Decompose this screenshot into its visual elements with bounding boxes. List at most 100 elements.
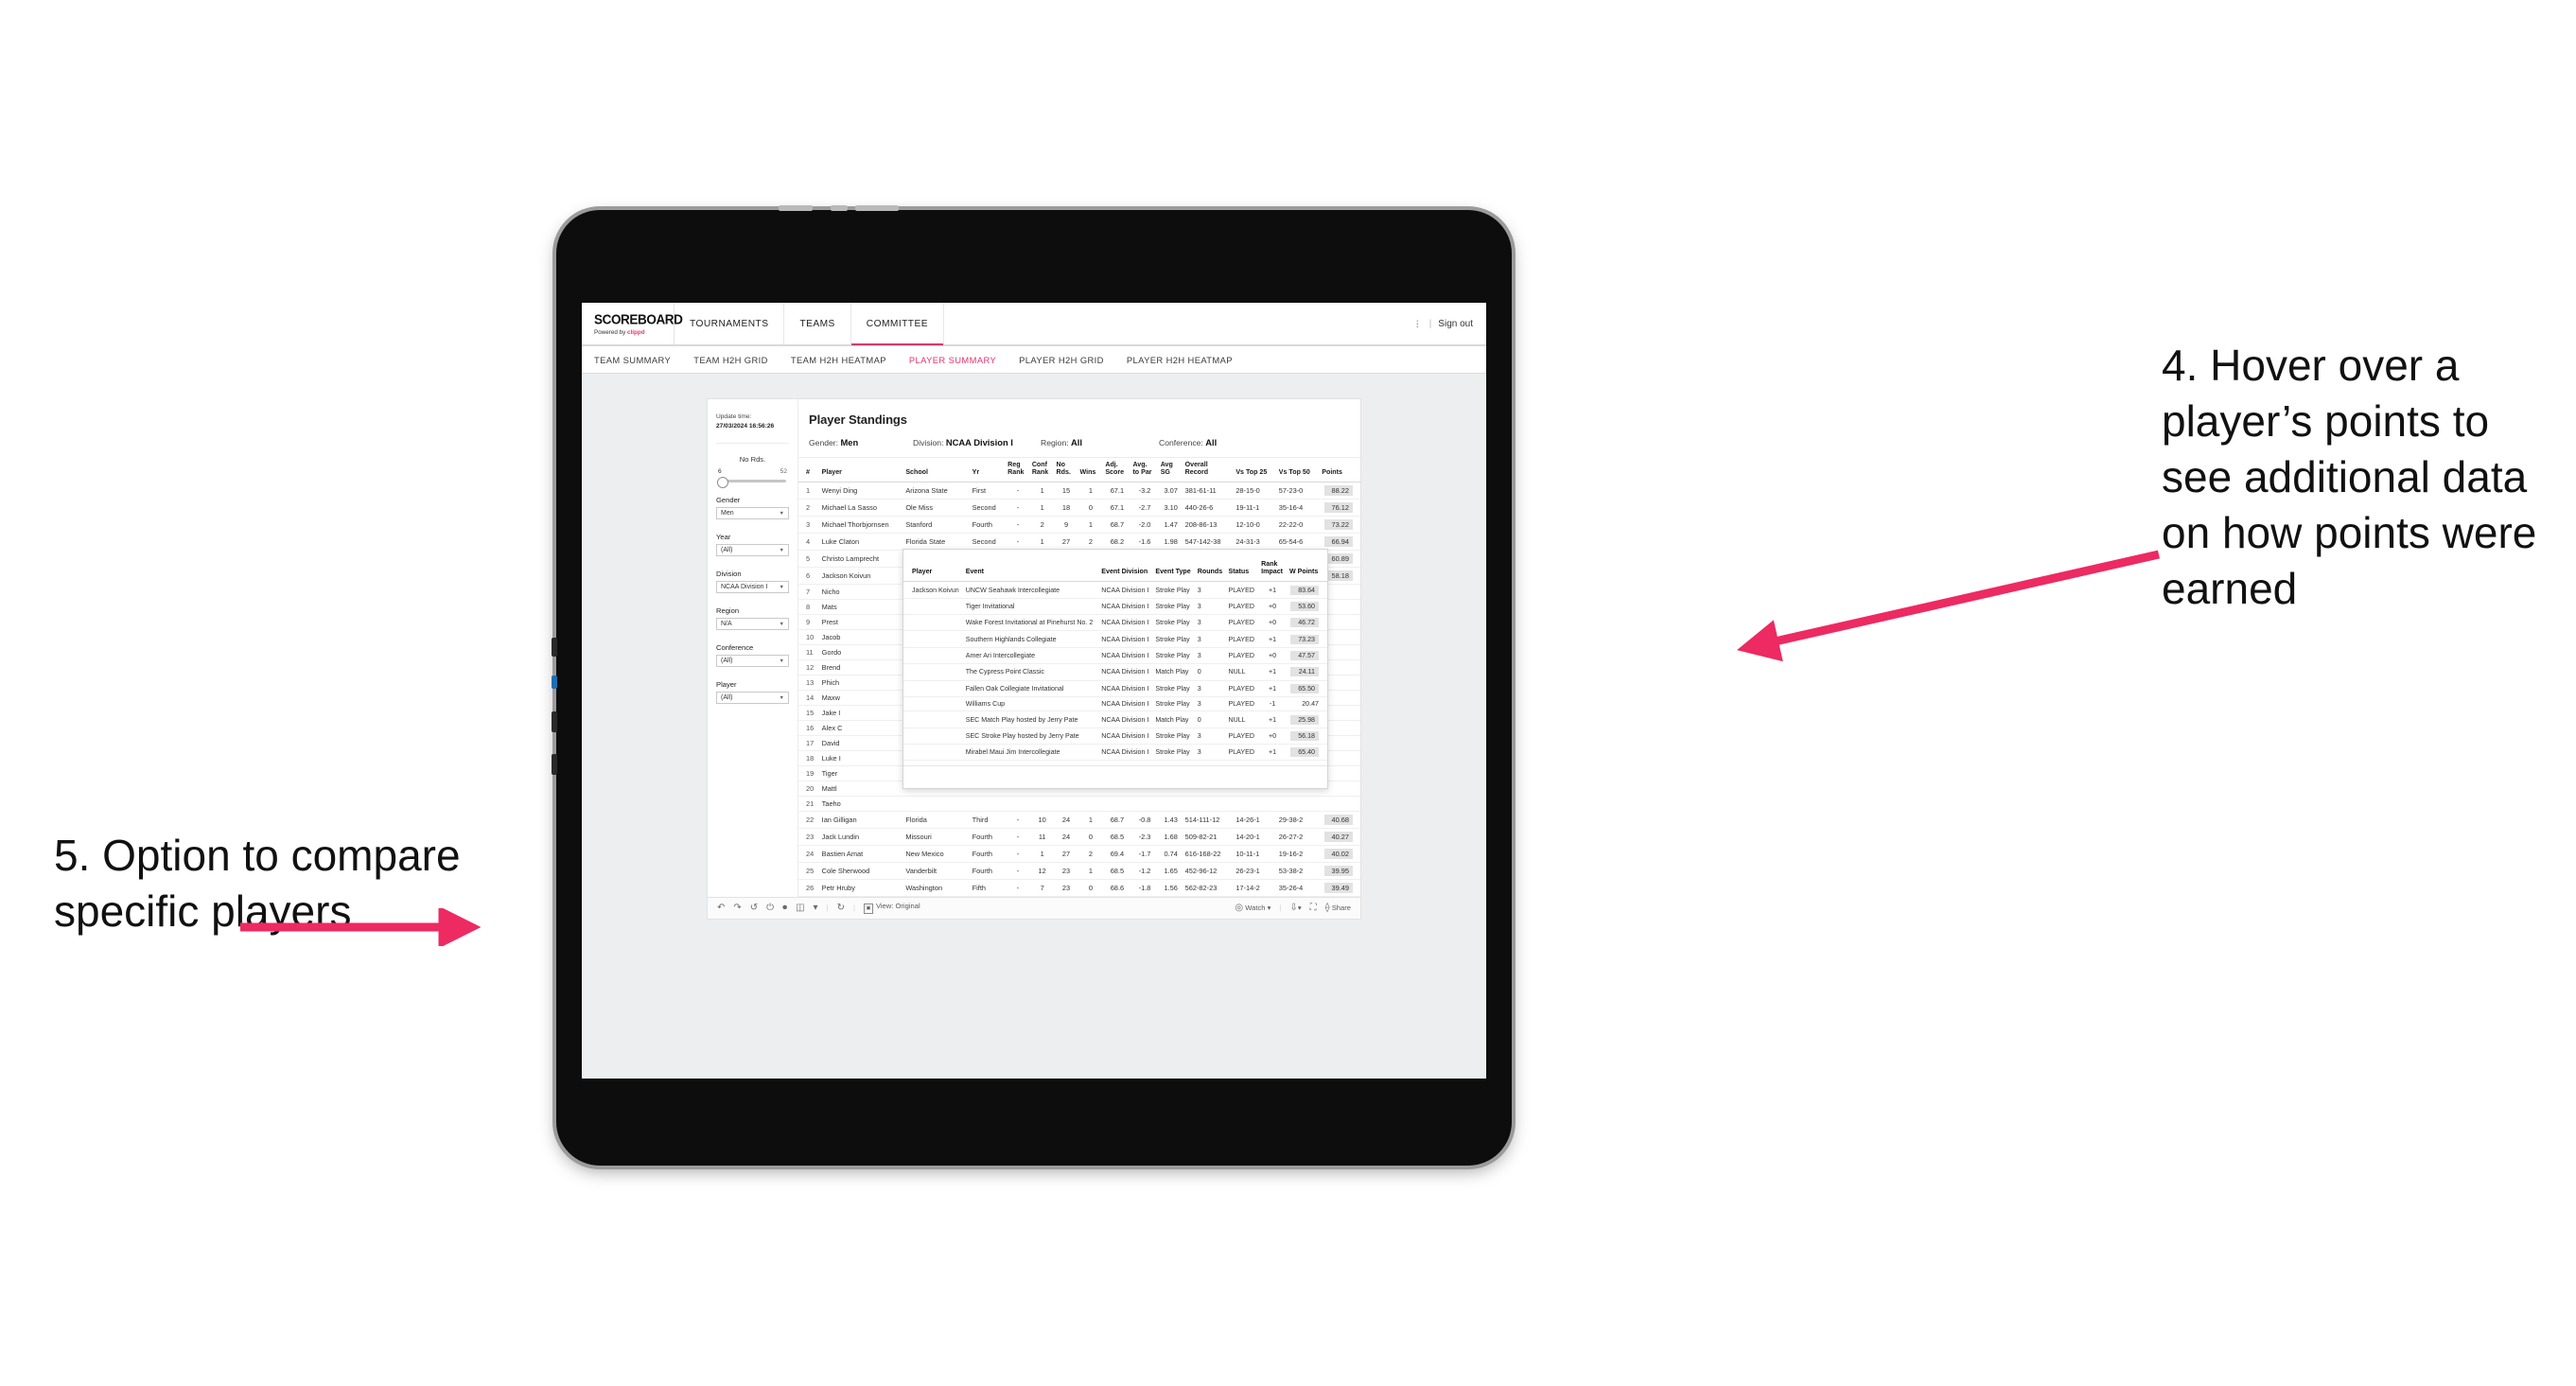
col-conf-rank[interactable]: Conf Rank: [1029, 458, 1055, 482]
row-rank: 16: [798, 720, 820, 736]
col-vs-top-50[interactable]: Vs Top 50: [1276, 458, 1321, 482]
brand-title: SCOREBOARD: [594, 310, 683, 327]
col-points[interactable]: Points: [1320, 458, 1360, 482]
col-overall-record[interactable]: Overall Record: [1183, 458, 1235, 482]
row-rank: 10: [798, 629, 820, 645]
overflow-menu-icon[interactable]: ⋮: [1413, 319, 1423, 329]
meta-division-value: NCAA Division I: [945, 437, 1013, 447]
table-row[interactable]: 22 Ian Gilligan Florida Third -10 24 1 68.7 -0.8…: [798, 811, 1360, 829]
table-row[interactable]: 24 Bastien Amat New Mexico Fourth -1 27 2 69.4-…: [798, 845, 1360, 863]
row-points[interactable]: 40.27: [1320, 828, 1360, 846]
no-rounds-slider-track[interactable]: [717, 476, 786, 488]
tooltip-rounds: 0: [1194, 663, 1226, 681]
filter-gender-select[interactable]: Men ▼: [716, 507, 789, 520]
points-value: 76.12: [1324, 501, 1353, 513]
subnav-item-player-h2h-heatmap[interactable]: PLAYER H2H HEATMAP: [1127, 355, 1233, 365]
subnav-item-player-h2h-grid[interactable]: PLAYER H2H GRID: [1019, 355, 1104, 365]
row-points[interactable]: 66.94: [1320, 533, 1360, 551]
filter-region-select[interactable]: N/A ▼: [716, 618, 789, 631]
no-rounds-slider-group: No Rds. 6 52: [716, 455, 789, 488]
row-no-rds: 24: [1054, 811, 1078, 829]
refresh-data-icon[interactable]: ◫: [796, 903, 804, 913]
row-conf-rank: 1: [1029, 482, 1055, 500]
row-avg-to-par: -2.7: [1130, 499, 1159, 517]
pause-auto-update-icon[interactable]: ⏻: [766, 903, 774, 913]
share-label: Share: [1331, 903, 1351, 912]
table-row[interactable]: 25 Cole Sherwood Vanderbilt Fourth -12 23 1 68.…: [798, 862, 1360, 880]
sign-out-link[interactable]: Sign out: [1438, 319, 1473, 329]
subnav-item-team-h2h-grid[interactable]: TEAM H2H GRID: [693, 355, 768, 365]
row-points[interactable]: 40.68: [1320, 811, 1360, 829]
row-avg-to-par: [1130, 796, 1159, 812]
filter-player-select[interactable]: (All) ▼: [716, 692, 789, 705]
row-school: New Mexico: [903, 845, 971, 863]
col-adj-score[interactable]: Adj. Score: [1103, 458, 1131, 482]
brand-powered-name: clippd: [627, 328, 645, 336]
table-row[interactable]: 26 Petr Hruby Washington Fifth -7 23 0 68.6 -1.8…: [798, 879, 1360, 897]
row-points[interactable]: 39.49: [1320, 879, 1360, 897]
fullscreen-icon[interactable]: ⛶: [1310, 903, 1317, 913]
share-button[interactable]: ⟠ Share: [1325, 903, 1351, 913]
revert-icon[interactable]: ↺: [750, 903, 758, 913]
subnav-item-player-summary[interactable]: PLAYER SUMMARY: [909, 355, 996, 365]
tablet-side-button-1: [552, 638, 557, 657]
table-row[interactable]: 4 Luke Claton Florida State Second -1 27 2 68.2…: [798, 533, 1360, 551]
row-points[interactable]: 73.22: [1320, 516, 1360, 534]
redo-icon[interactable]: ↷: [733, 903, 741, 913]
row-school: Florida: [903, 811, 971, 829]
row-points[interactable]: 76.12: [1320, 499, 1360, 517]
no-rounds-slider-handle[interactable]: [717, 476, 728, 488]
subnav-item-team-summary[interactable]: TEAM SUMMARY: [594, 355, 671, 365]
table-row[interactable]: 1 Wenyi Ding Arizona State First -1 15 1 67.1 -3…: [798, 482, 1360, 500]
row-points[interactable]: 39.95: [1320, 862, 1360, 880]
col-avg-sg[interactable]: Avg SG: [1158, 458, 1183, 482]
tooltip-w-points: 47.57: [1286, 647, 1327, 665]
table-row[interactable]: 21 Taeho: [798, 796, 1360, 812]
topnav-item-teams[interactable]: TEAMS: [784, 303, 851, 344]
update-time-value: 27/03/2024 16:56:26: [716, 422, 775, 430]
watch-button[interactable]: ◎ Watch ▾: [1235, 903, 1270, 913]
filter-division-select[interactable]: NCAA Division I ▼: [716, 581, 789, 594]
view-original-button[interactable]: ▣ View: Original: [863, 902, 920, 915]
tooltip-player: [903, 711, 963, 728]
tooltip-player: [903, 680, 963, 697]
filter-player: Player (All) ▼: [716, 680, 789, 705]
row-player: Jake I: [819, 705, 904, 721]
row-points[interactable]: 40.02: [1320, 845, 1360, 863]
refresh-dropdown-caret-icon[interactable]: ▾: [814, 903, 818, 913]
col-wins[interactable]: Wins: [1078, 458, 1104, 482]
row-conf-rank: 12: [1029, 862, 1055, 880]
table-row[interactable]: 23 Jack Lundin Missouri Fourth -11 24 0 68.5 -2.…: [798, 828, 1360, 846]
col-avg-to-par[interactable]: Avg. to Par: [1130, 458, 1159, 482]
col-vs-top-25[interactable]: Vs Top 25: [1234, 458, 1277, 482]
subnav-item-team-h2h-heatmap[interactable]: TEAM H2H HEATMAP: [791, 355, 886, 365]
download-button[interactable]: ⇩▾: [1289, 903, 1301, 913]
col-school[interactable]: School: [903, 458, 971, 482]
filter-sidebar: Update time: 27/03/2024 16:56:26 No Rds.…: [708, 399, 798, 897]
brand-logo[interactable]: SCOREBOARD Powered by clippd: [582, 303, 683, 344]
resume-auto-update-icon[interactable]: ⏺: [782, 903, 787, 913]
col-reg-rank[interactable]: Reg Rank: [1006, 458, 1030, 482]
tooltip-event: The Cypress Point Classic: [962, 663, 1099, 681]
filter-year-select[interactable]: (All) ▼: [716, 544, 789, 557]
points-value: 66.94: [1324, 535, 1353, 547]
tooltip-player: [903, 728, 963, 746]
undo-icon[interactable]: ↶: [717, 903, 725, 913]
table-row[interactable]: 2 Michael La Sasso Ole Miss Second -1 18 0 67.1…: [798, 499, 1360, 517]
tooltip-status: PLAYED: [1225, 647, 1259, 665]
toolbar-separator-3: |: [1279, 904, 1282, 913]
row-points[interactable]: 88.22: [1320, 482, 1360, 500]
filter-division: Division NCAA Division I ▼: [716, 570, 789, 594]
table-row[interactable]: 3 Michael Thorbjornsen Stanford Fourth -2 9 1 6…: [798, 516, 1360, 534]
topnav-item-committee[interactable]: COMMITTEE: [850, 303, 944, 345]
pause-refresh-icon[interactable]: ↻: [837, 903, 845, 913]
row-reg-rank: -: [1006, 499, 1030, 517]
topnav-item-tournaments[interactable]: TOURNAMENTS: [675, 303, 785, 344]
filter-conference-select[interactable]: (All) ▼: [716, 655, 789, 668]
view-original-label: View: Original: [875, 902, 920, 911]
col-no-rds[interactable]: No Rds.: [1054, 458, 1078, 482]
row-points[interactable]: [1320, 796, 1360, 812]
col-year[interactable]: Yr: [970, 458, 1007, 482]
col-player[interactable]: Player: [819, 458, 904, 482]
col-rank[interactable]: #: [798, 458, 820, 482]
